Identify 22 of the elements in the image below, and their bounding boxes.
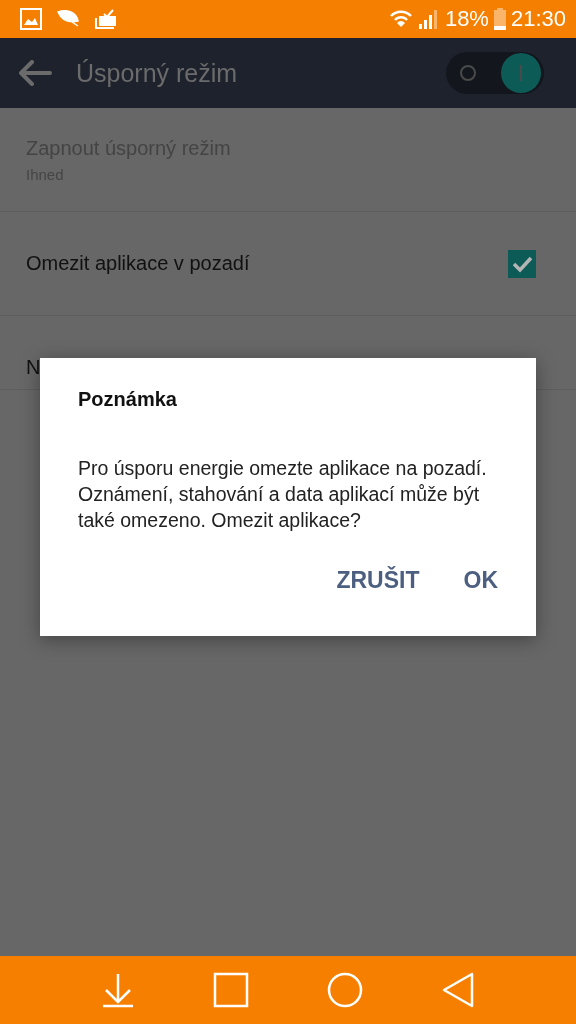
power-switch[interactable] [446,52,544,94]
signal-icon [417,8,440,30]
setting-title: Omezit aplikace v pozadí [26,252,251,275]
dialog-button[interactable]: OK [455,559,506,602]
clock: 21:30 [510,6,566,32]
dialog-title: Poznámka [78,388,178,411]
wifi-icon [388,9,413,29]
home-icon[interactable] [327,972,363,1008]
download-icon[interactable] [101,972,135,1008]
battery-icon [493,8,506,30]
back-icon[interactable] [441,972,475,1008]
setting-title: N [26,356,42,379]
checkbox[interactable] [508,249,536,278]
recent-apps-icon[interactable] [213,972,249,1008]
dialog-message: Pro úsporu energie omezte aplikace na pozadí. Oznámení, stahování a data aplikací může být také omezeno. Omezit aplikace? [78,456,488,533]
screen-title: Úsporný režim [76,58,239,88]
dialog-button[interactable]: ZRUŠIT [328,559,428,602]
back-arrow-icon[interactable] [18,60,52,86]
battery-percent: 18% [444,6,489,32]
mail-check-icon [94,8,118,30]
gallery-icon [20,8,42,30]
leaf-icon [56,9,80,29]
